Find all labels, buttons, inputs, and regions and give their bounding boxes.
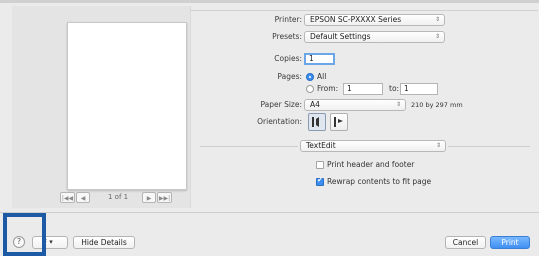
copies-field[interactable]: 1 bbox=[304, 53, 335, 65]
rewrap-contents-label: Rewrap contents to fit page bbox=[327, 177, 432, 186]
pages-label: Pages: bbox=[277, 72, 302, 81]
pages-from-label: From: bbox=[317, 84, 339, 93]
print-header-footer-label: Print header and footer bbox=[327, 160, 415, 169]
popup-arrows-icon: ⇕ bbox=[434, 16, 440, 23]
presets-value: Default Settings bbox=[310, 32, 371, 41]
callout-highlight-frame bbox=[3, 213, 46, 256]
popup-arrows-icon: ⇕ bbox=[434, 33, 440, 40]
preview-panel bbox=[12, 6, 191, 208]
printer-popup[interactable]: EPSON SC-PXXXX Series ⇕ bbox=[304, 14, 445, 26]
first-page-button[interactable]: |◀◀ bbox=[60, 192, 75, 203]
pages-all-radio[interactable] bbox=[306, 73, 314, 81]
popup-arrows-icon: ⇕ bbox=[435, 142, 441, 149]
pages-to-field[interactable]: 1 bbox=[400, 83, 438, 95]
paper-size-label: Paper Size: bbox=[260, 100, 302, 109]
pages-to-label: to: bbox=[389, 84, 400, 93]
previous-page-button[interactable]: ◀ bbox=[76, 192, 90, 203]
print-dialog: |◀◀ ◀ 1 of 1 ▶ ▶▶| Printer: EPSON SC-PXX… bbox=[0, 0, 539, 256]
last-page-button[interactable]: ▶▶| bbox=[157, 192, 172, 203]
orientation-landscape-button[interactable] bbox=[330, 113, 348, 131]
paper-dimensions: 210 by 297 mm bbox=[411, 101, 463, 109]
popup-arrows-icon: ⇕ bbox=[395, 101, 401, 108]
printer-label: Printer: bbox=[274, 15, 302, 24]
dialog-top-edge bbox=[0, 0, 539, 3]
section-popup[interactable]: TextEdit ⇕ bbox=[300, 140, 446, 152]
page-indicator: 1 of 1 bbox=[108, 193, 129, 201]
orientation-label: Orientation: bbox=[257, 117, 302, 126]
print-header-footer-checkbox[interactable] bbox=[316, 161, 324, 169]
print-button[interactable]: Print bbox=[490, 236, 530, 249]
section-divider-right bbox=[448, 146, 530, 147]
section-divider-left bbox=[200, 146, 298, 147]
orientation-portrait-button[interactable] bbox=[308, 113, 326, 131]
preview-divider bbox=[188, 10, 538, 11]
paper-size-value: A4 bbox=[310, 100, 320, 109]
page-preview bbox=[67, 22, 187, 190]
presets-label: Presets: bbox=[272, 32, 302, 41]
presets-popup[interactable]: Default Settings ⇕ bbox=[304, 31, 445, 43]
hide-details-button[interactable]: Hide Details bbox=[73, 236, 135, 249]
copies-label: Copies: bbox=[274, 54, 302, 63]
next-page-button[interactable]: ▶ bbox=[142, 192, 156, 203]
portrait-icon bbox=[312, 117, 319, 127]
section-popup-value: TextEdit bbox=[306, 141, 336, 150]
bottom-bar bbox=[0, 213, 539, 256]
printer-value: EPSON SC-PXXXX Series bbox=[310, 15, 402, 24]
pages-from-radio[interactable] bbox=[306, 85, 314, 93]
landscape-icon bbox=[334, 117, 343, 127]
cancel-button[interactable]: Cancel bbox=[445, 236, 486, 249]
pages-from-field[interactable]: 1 bbox=[343, 83, 383, 95]
rewrap-contents-checkbox[interactable] bbox=[316, 176, 324, 186]
paper-size-popup[interactable]: A4 ⇕ bbox=[304, 99, 406, 111]
pages-all-label: All bbox=[317, 72, 327, 81]
